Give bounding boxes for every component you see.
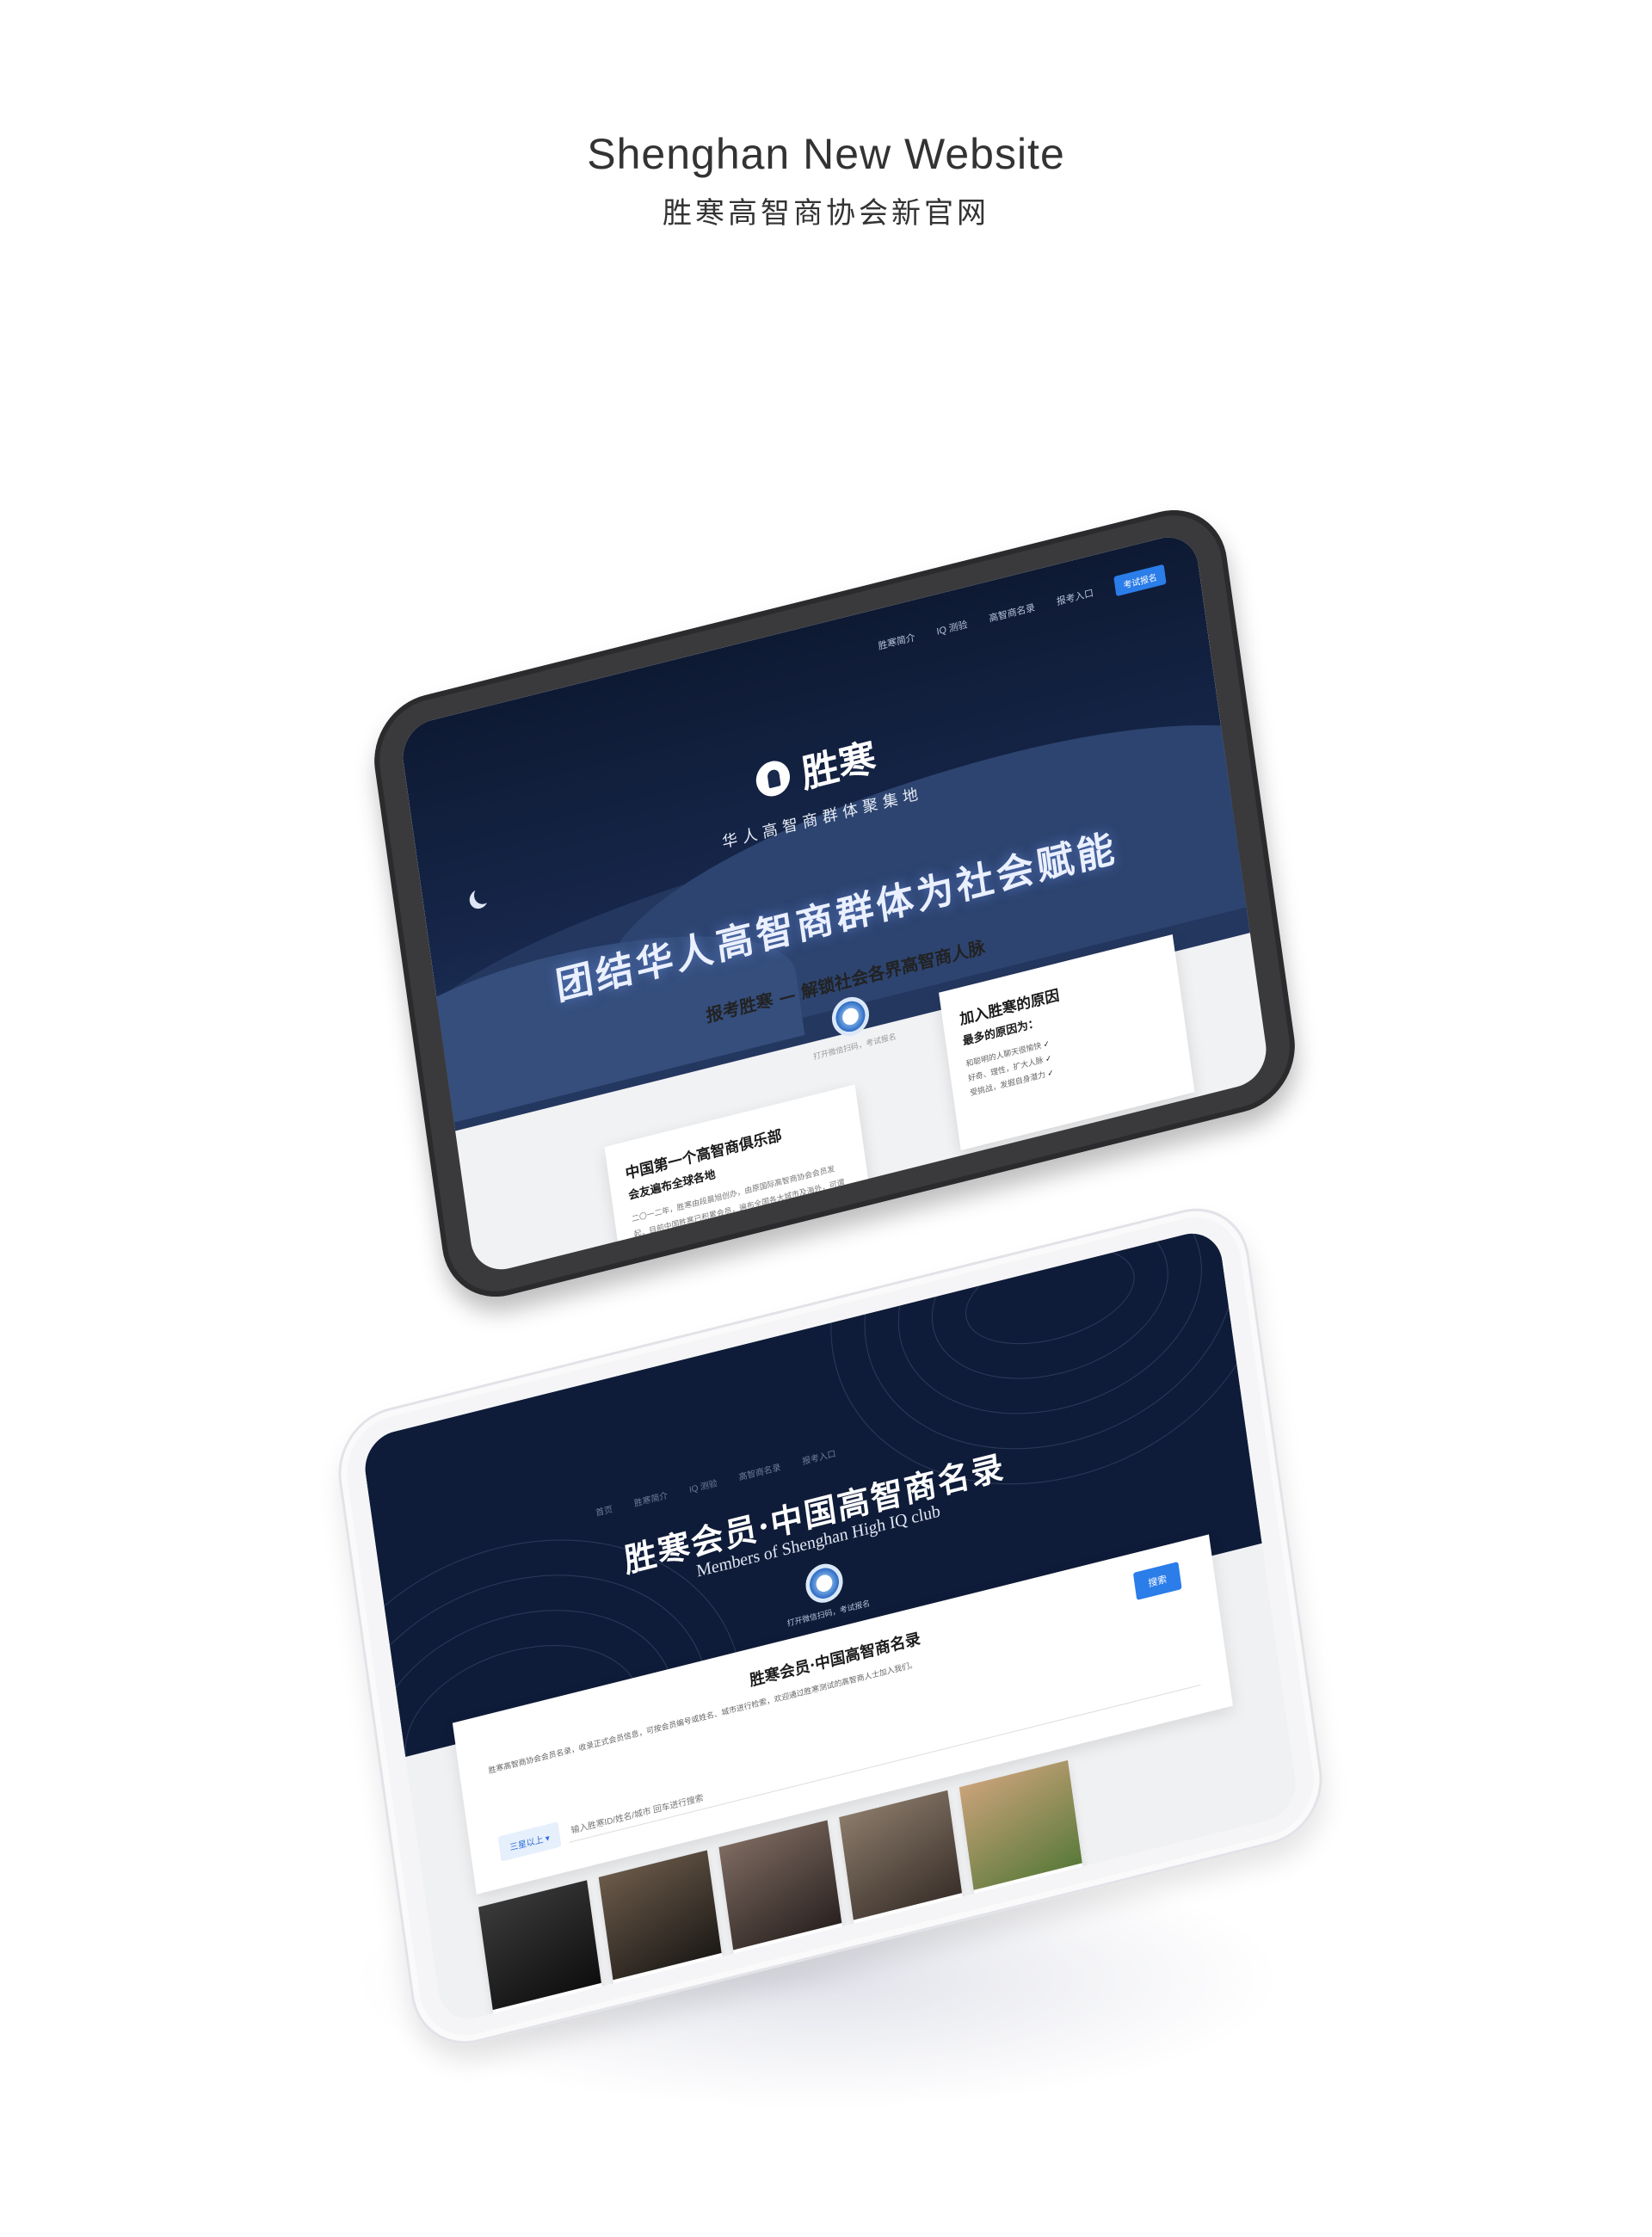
star-filter-label: 三星以上 (509, 1835, 545, 1853)
star-filter-select[interactable]: 三星以上 ▾ (497, 1821, 562, 1862)
logo-text: 胜寒 (798, 735, 879, 798)
nav-item-apply[interactable]: 报考入口 (801, 1446, 836, 1468)
mockup-stage: 胜寒简介 IQ 测验 高智商名录 报考入口 考试报名 胜寒 华人高智商群体聚集地… (0, 0, 1652, 2237)
tablet-dark-screen: 胜寒简介 IQ 测验 高智商名录 报考入口 考试报名 胜寒 华人高智商群体聚集地… (398, 530, 1271, 1277)
nav-item-intro[interactable]: 胜寒简介 (633, 1488, 668, 1509)
logo-icon (753, 757, 792, 800)
nav-item-home[interactable]: 首页 (595, 1501, 613, 1519)
nav-item-iq-test[interactable]: IQ 测验 (935, 617, 968, 638)
nav-item-iq-test[interactable]: IQ 测验 (688, 1476, 718, 1495)
nav-item-apply[interactable]: 报考入口 (1056, 585, 1094, 608)
avatar (718, 1820, 842, 1950)
avatar (478, 1880, 601, 2011)
avatar (598, 1850, 722, 1981)
avatar (839, 1790, 963, 1920)
nav-item-intro[interactable]: 胜寒简介 (877, 630, 915, 653)
tablet-dark: 胜寒简介 IQ 测验 高智商名录 报考入口 考试报名 胜寒 华人高智商群体聚集地… (367, 497, 1303, 1310)
nav-item-directory[interactable]: 高智商名录 (988, 600, 1036, 625)
qr-code[interactable] (803, 1559, 846, 1607)
nav-item-directory[interactable]: 高智商名录 (738, 1460, 781, 1483)
avatar (959, 1759, 1082, 1890)
exam-register-button[interactable]: 考试报名 (1113, 564, 1167, 597)
